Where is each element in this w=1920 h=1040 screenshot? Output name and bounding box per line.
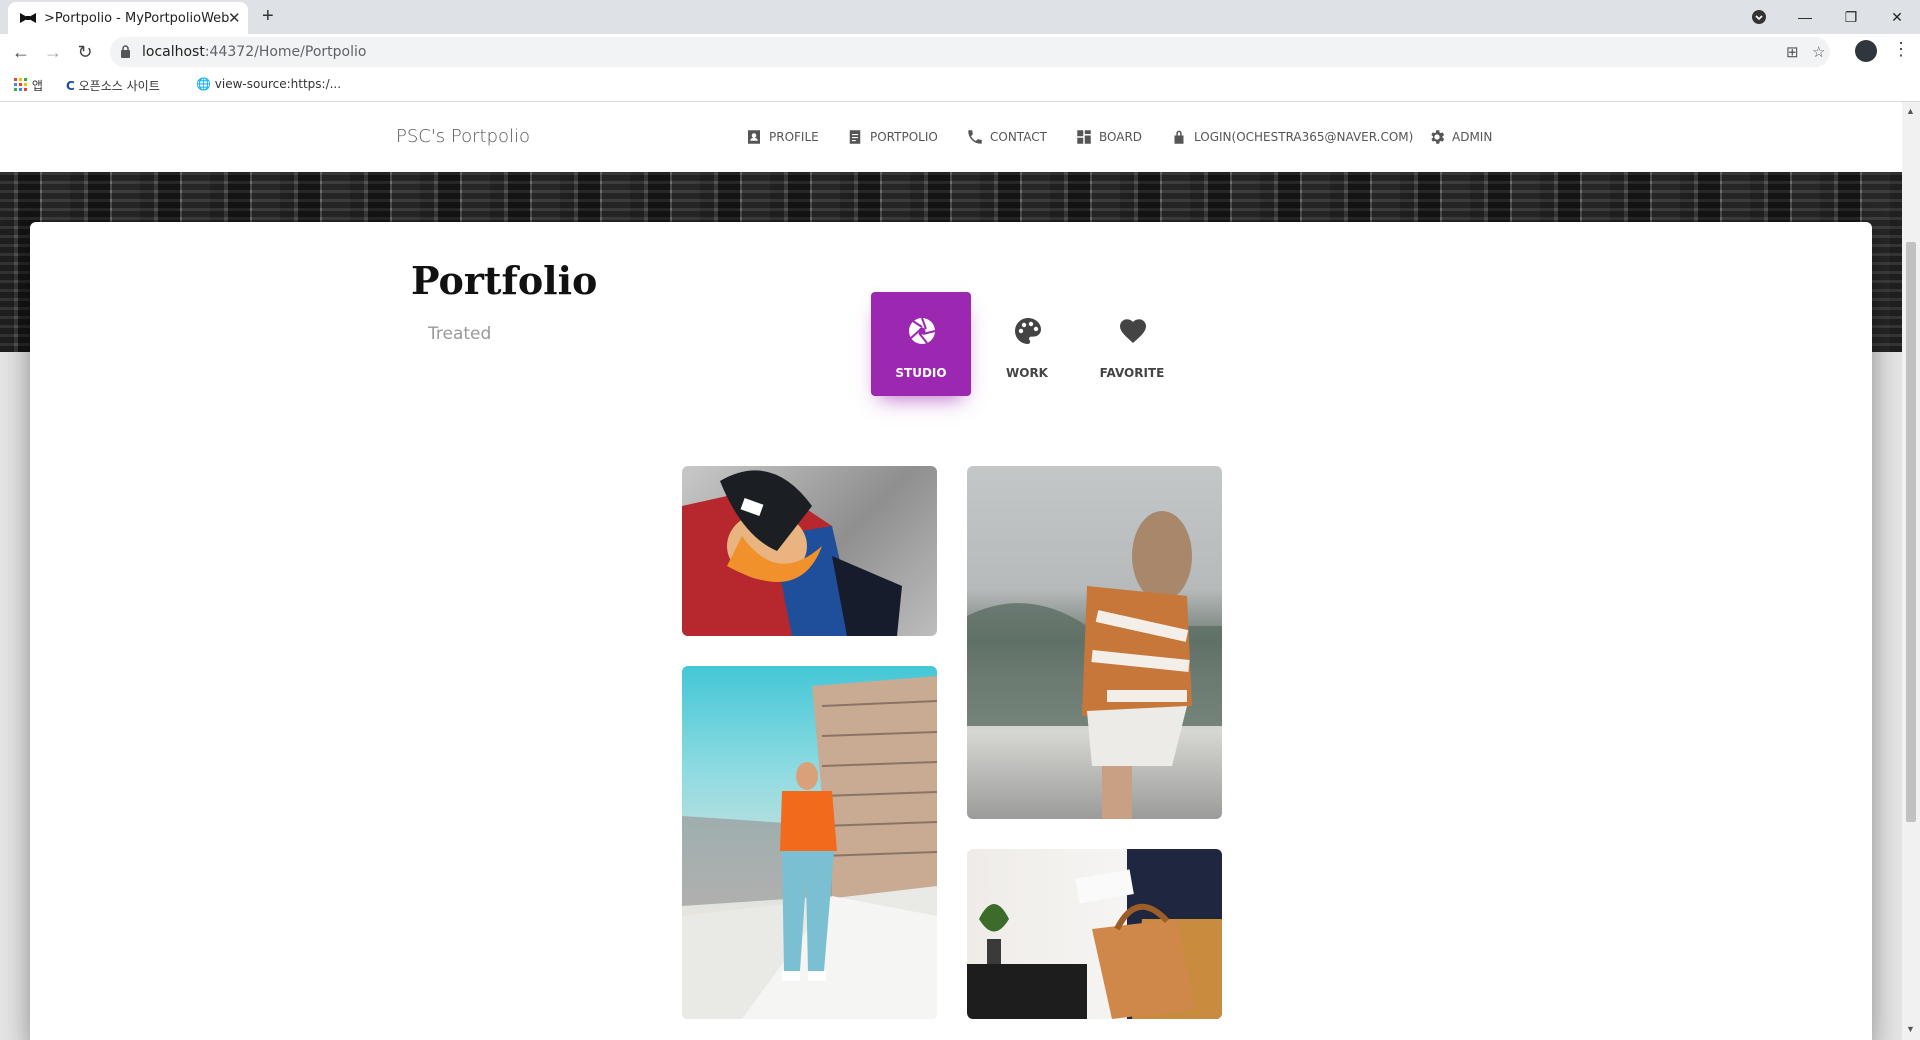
- bookmark-star-icon[interactable]: ☆: [1812, 43, 1825, 61]
- address-bar[interactable]: localhost:44372/Home/Portpolio ⊞ ☆: [110, 37, 1830, 67]
- tab-label: FAVORITE: [1099, 366, 1165, 380]
- page-subtitle: Treated: [428, 324, 492, 344]
- clipboard-icon: [849, 130, 861, 144]
- gear-icon: [1431, 130, 1445, 144]
- page-scrollbar[interactable]: ▲ ▼: [1902, 102, 1920, 1040]
- camera-aperture-icon: [909, 317, 936, 344]
- portfolio-card: Portfolio Treated STUDIO WORK FAVORITE: [30, 222, 1872, 1040]
- profile-icon: [748, 130, 760, 144]
- restore-icon[interactable]: ❐: [1828, 4, 1874, 30]
- tab-studio[interactable]: STUDIO: [871, 292, 971, 396]
- dashboard-icon: [1077, 130, 1091, 144]
- scroll-down-icon[interactable]: ▼: [1906, 1024, 1915, 1034]
- nav-admin[interactable]: ADMIN: [1428, 128, 1492, 146]
- forward-icon[interactable]: →: [41, 40, 65, 64]
- bookmark-label: view-source:https:/...: [214, 77, 342, 91]
- nav-label: BOARD: [1099, 130, 1143, 144]
- nav-portpolio[interactable]: PORTPOLIO: [846, 128, 938, 146]
- bookmarks-bar: 앱 C 오픈소스 사이트 🌐 view-source:https:/...: [0, 70, 1920, 102]
- phone-icon: [968, 130, 982, 144]
- bookmark-label: 오픈소스 사이트: [78, 79, 160, 93]
- tab-favorite[interactable]: FAVORITE: [1082, 292, 1182, 396]
- back-icon[interactable]: ←: [9, 40, 33, 64]
- site-brand[interactable]: PSC's Portpolio: [396, 126, 530, 147]
- bookmark-opensource[interactable]: C 오픈소스 사이트: [66, 77, 160, 94]
- bowtie-favicon-icon: [20, 13, 36, 23]
- nav-label: ADMIN: [1452, 130, 1493, 144]
- apps-grid-icon: [14, 78, 27, 91]
- nav-login[interactable]: LOGIN(OCHESTRA365@NAVER.COM): [1170, 128, 1413, 146]
- nav-board[interactable]: BOARD: [1075, 128, 1142, 146]
- nav-label: CONTACT: [990, 130, 1047, 144]
- photo-man-bag[interactable]: [967, 849, 1222, 1019]
- page-viewport: PSC's Portpolio PROFILE PORTPOLIO CONTAC…: [0, 102, 1902, 1040]
- tab-close-icon[interactable]: ✕: [228, 9, 241, 27]
- lock-icon: [1174, 130, 1184, 144]
- photo-woman-orange[interactable]: [682, 666, 937, 1019]
- nav-profile[interactable]: PROFILE: [745, 128, 819, 146]
- bookmark-view-source[interactable]: 🌐 view-source:https:/...: [196, 77, 341, 91]
- lock-icon: [121, 45, 130, 58]
- url-text: localhost:44372/Home/Portpolio: [142, 44, 367, 60]
- new-tab-icon[interactable]: +: [262, 5, 274, 28]
- nav-label: PORTPOLIO: [870, 130, 938, 144]
- translate-icon[interactable]: ⊞: [1786, 43, 1799, 61]
- photo-woman-orange-illustration: [682, 676, 937, 1019]
- opensource-logo-icon: C: [66, 79, 75, 93]
- profile-avatar[interactable]: [1855, 40, 1877, 62]
- photo-woman-sweater-illustration: [967, 511, 1222, 819]
- nav-label: PROFILE: [769, 130, 819, 144]
- bookmark-label: 앱: [31, 79, 43, 93]
- globe-icon: 🌐: [196, 77, 211, 91]
- scroll-up-icon[interactable]: ▲: [1906, 106, 1915, 116]
- photo-woman-sweater[interactable]: [967, 466, 1222, 819]
- photo-man-cap[interactable]: [682, 466, 937, 636]
- browser-tab-strip: >Portpolio - MyPortpolioWeb ✕ + — ❐ ✕: [0, 0, 1920, 34]
- tab-label: STUDIO: [895, 366, 947, 380]
- photo-man-cap-illustration: [682, 470, 902, 636]
- tab-title: >Portpolio - MyPortpolioWeb: [44, 11, 230, 26]
- nav-label: LOGIN(OCHESTRA365@NAVER.COM): [1194, 130, 1414, 144]
- photo-man-bag-illustration: [967, 849, 1222, 1019]
- bookmark-apps[interactable]: 앱: [14, 77, 43, 94]
- scroll-thumb[interactable]: [1906, 242, 1916, 822]
- reload-icon[interactable]: ↻: [73, 40, 97, 64]
- tab-work[interactable]: WORK: [977, 292, 1077, 396]
- page-title: Portfolio: [411, 258, 598, 303]
- minimize-icon[interactable]: —: [1782, 4, 1828, 30]
- close-window-icon[interactable]: ✕: [1874, 4, 1920, 30]
- browser-tab[interactable]: >Portpolio - MyPortpolioWeb ✕: [8, 2, 248, 34]
- heart-icon: [1120, 319, 1146, 343]
- tab-label: WORK: [1006, 366, 1048, 380]
- nav-contact[interactable]: CONTACT: [966, 128, 1047, 146]
- palette-icon: [1015, 318, 1041, 344]
- browser-toolbar: ← → ↻ localhost:44372/Home/Portpolio ⊞ ☆…: [0, 34, 1920, 70]
- site-navbar: PSC's Portpolio PROFILE PORTPOLIO CONTAC…: [0, 102, 1902, 172]
- menu-icon[interactable]: ⋮: [1892, 39, 1910, 60]
- tab-search-icon[interactable]: [1736, 4, 1782, 30]
